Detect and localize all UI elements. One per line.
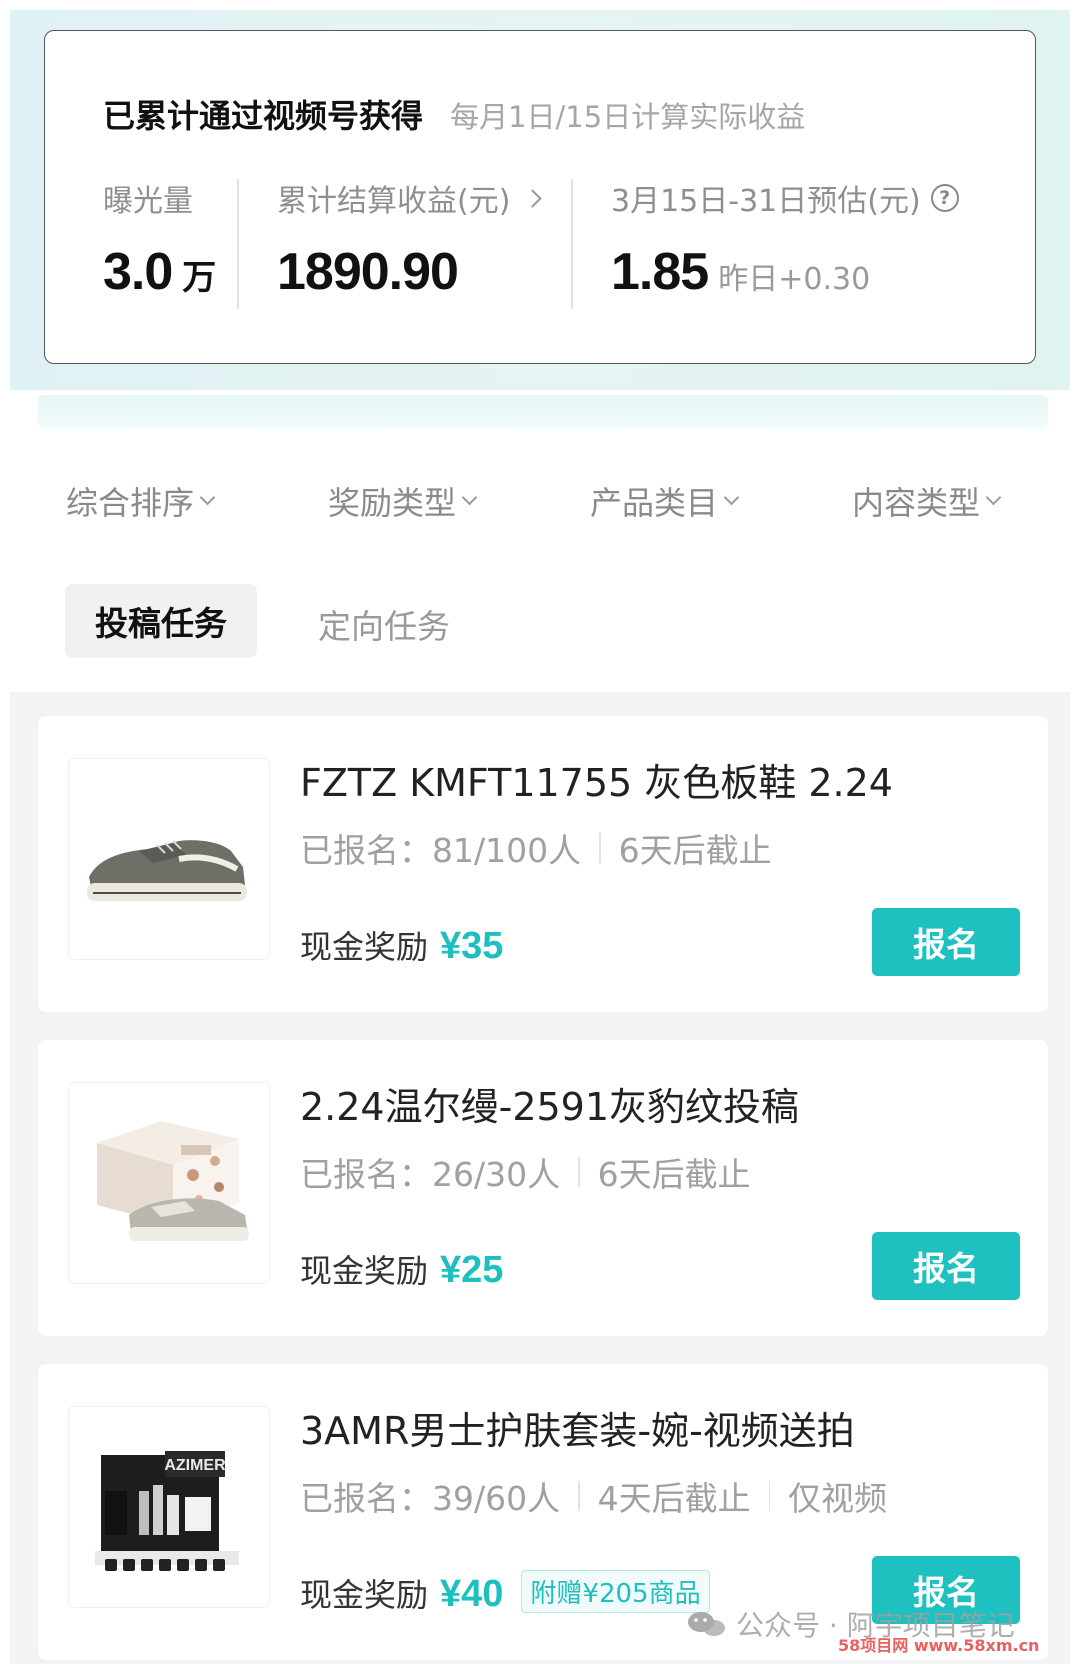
exposure-label: 曝光量	[103, 184, 193, 219]
reward-label: 现金奖励	[300, 1252, 429, 1290]
task-title[interactable]: 2.24温尔缦-2591灰豹纹投稿	[300, 1076, 799, 1131]
content-restriction: 仅视频	[788, 1479, 888, 1518]
estimate-label: 3月15日-31日预估(元)	[611, 184, 921, 219]
task-meta: 已报名：39/60人 4天后截止 仅视频	[300, 1472, 887, 1520]
filter-label: 奖励类型	[328, 484, 457, 522]
exposure-unit: 万	[182, 258, 217, 298]
earnings-summary-card: 已累计通过视频号获得 每月1日/15日计算实际收益 曝光量 3.0 万 累计结算…	[44, 30, 1036, 364]
filter-bar: 综合排序 奖励类型 产品类目 内容类型	[0, 478, 1080, 522]
estimate-value: 1.85	[611, 243, 709, 301]
task-meta: 已报名：26/30人 6天后截止	[300, 1148, 751, 1196]
filter-sort[interactable]: 综合排序	[66, 478, 216, 524]
filter-label: 综合排序	[66, 484, 195, 522]
reward-row: 现金奖励 ¥25	[300, 1246, 503, 1292]
tab-submission-tasks[interactable]: 投稿任务	[65, 584, 257, 658]
skincare-set-image: AZIMER	[95, 1451, 239, 1571]
product-image-sneaker-with-box	[68, 1082, 270, 1284]
help-icon[interactable]: ?	[930, 184, 959, 212]
signup-count: 已报名：39/60人	[300, 1479, 561, 1518]
estimate-stat: 3月15日-31日预估(元) ? 1.85 昨日+0.30	[611, 176, 959, 302]
estimate-yesterday: 昨日+0.30	[718, 262, 871, 297]
filter-content-type[interactable]: 内容类型	[852, 478, 1002, 524]
summary-title: 已累计通过视频号获得	[103, 97, 424, 135]
sneaker-image	[87, 840, 247, 901]
chevron-down-icon	[461, 489, 478, 505]
chevron-down-icon	[723, 489, 740, 505]
reward-amount: ¥25	[440, 1249, 504, 1291]
filter-label: 内容类型	[852, 484, 981, 522]
signup-count: 已报名：26/30人	[300, 1155, 561, 1194]
reward-row: 现金奖励 ¥35	[300, 922, 503, 968]
signup-count: 已报名：81/100人	[300, 831, 582, 870]
earnings-value: 1890.90	[277, 243, 459, 301]
task-meta: 已报名：81/100人 6天后截止	[300, 824, 772, 872]
gift-badge: 附赠¥205商品	[521, 1570, 710, 1613]
reward-label: 现金奖励	[300, 928, 429, 966]
product-image-gray-sneaker	[68, 758, 270, 960]
reward-label: 现金奖励	[300, 1576, 429, 1614]
summary-note: 每月1日/15日计算实际收益	[450, 100, 806, 134]
wechat-icon	[688, 1612, 725, 1636]
reward-amount: ¥40	[440, 1573, 504, 1615]
sneaker-box-image	[97, 1121, 249, 1241]
filter-label: 产品类目	[590, 484, 719, 522]
task-title[interactable]: 3AMR男士护肤套装-婉-视频送拍	[300, 1400, 855, 1455]
chevron-down-icon	[985, 489, 1002, 505]
product-image-skincare-set: AZIMER	[68, 1406, 270, 1608]
filter-product-category[interactable]: 产品类目	[590, 478, 740, 524]
reward-row: 现金奖励 ¥40 附赠¥205商品	[300, 1570, 710, 1617]
stat-divider	[237, 179, 239, 309]
filter-reward-type[interactable]: 奖励类型	[328, 478, 478, 524]
deadline: 6天后截止	[597, 1155, 751, 1194]
header-fade	[38, 395, 1048, 429]
earnings-label[interactable]: 累计结算收益(元)	[277, 176, 510, 220]
meta-divider	[599, 833, 601, 863]
signup-button[interactable]: 报名	[872, 908, 1020, 976]
meta-divider	[578, 1157, 580, 1187]
deadline: 6天后截止	[618, 831, 772, 870]
brand-logo-text: AZIMER	[164, 1457, 226, 1474]
signup-button[interactable]: 报名	[872, 1232, 1020, 1300]
task-card[interactable]: 2.24温尔缦-2591灰豹纹投稿 已报名：26/30人 6天后截止 现金奖励 …	[38, 1040, 1048, 1336]
watermark-site: 58项目网 www.58xm.cn	[838, 1636, 1040, 1655]
chevron-down-icon	[199, 489, 216, 505]
earnings-stat[interactable]: 累计结算收益(元) 1890.90	[277, 176, 543, 302]
stat-divider	[571, 179, 573, 309]
meta-divider	[578, 1481, 580, 1511]
summary-title-row: 已累计通过视频号获得 每月1日/15日计算实际收益	[103, 91, 805, 137]
exposure-stat: 曝光量 3.0 万	[103, 176, 216, 302]
deadline: 4天后截止	[597, 1479, 751, 1518]
exposure-value: 3.0	[103, 243, 173, 301]
reward-amount: ¥35	[440, 925, 504, 967]
task-title[interactable]: FZTZ KMFT11755 灰色板鞋 2.24	[300, 752, 893, 807]
tab-targeted-tasks[interactable]: 定向任务	[318, 600, 450, 648]
meta-divider	[768, 1481, 771, 1511]
task-card[interactable]: FZTZ KMFT11755 灰色板鞋 2.24 已报名：81/100人 6天后…	[38, 716, 1048, 1012]
chevron-right-icon[interactable]	[523, 188, 543, 208]
